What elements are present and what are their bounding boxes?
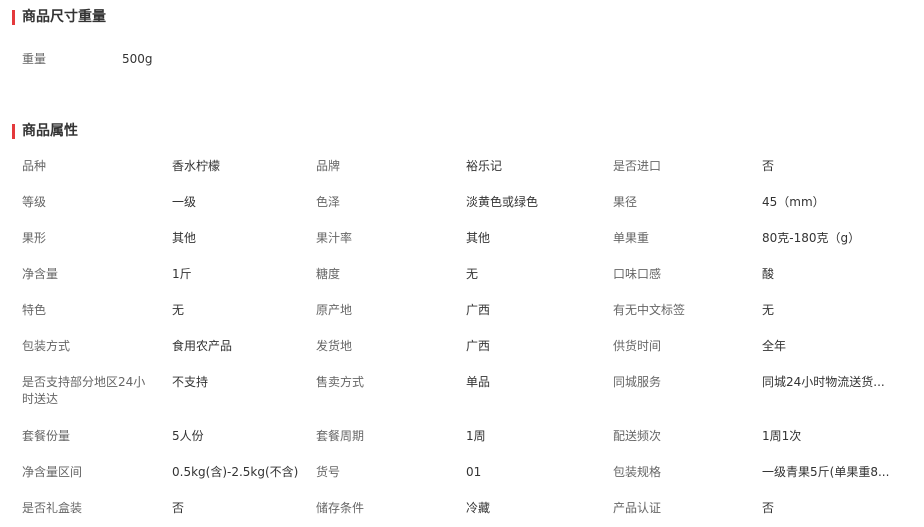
attribute-value: 否 (762, 159, 775, 173)
attribute-label: 同城服务 (613, 375, 662, 389)
attribute-label: 品种 (22, 159, 47, 173)
attribute-row: 是否礼盒装 否 储存条件 冷藏 产品认证 否 (0, 490, 924, 526)
attribute-row: 套餐份量 5人份 套餐周期 1周 配送频次 1周1次 (0, 418, 924, 454)
attribute-label: 特色 (22, 303, 47, 317)
attribute-label: 果径 (613, 195, 638, 209)
attribute-label: 配送频次 (613, 429, 662, 443)
attribute-value: 01 (466, 465, 482, 479)
attribute-label: 品牌 (316, 159, 341, 173)
section-title-size-weight: 商品尺寸重量 (22, 9, 106, 25)
attribute-label: 净含量 (22, 267, 59, 281)
attribute-value: 无 (466, 267, 479, 281)
attribute-value: 广西 (466, 303, 491, 317)
attribute-value: 无 (762, 303, 775, 317)
weight-label: 重量 (22, 52, 47, 66)
weight-value: 500g (122, 52, 153, 66)
attribute-value: 否 (762, 501, 775, 515)
attribute-label: 净含量区间 (22, 465, 83, 479)
attribute-value: 不支持 (172, 375, 209, 389)
attribute-value: 单品 (466, 375, 491, 389)
attribute-label: 果形 (22, 231, 47, 245)
attribute-value: 全年 (762, 339, 787, 353)
attribute-label: 包装规格 (613, 465, 662, 479)
attribute-label: 等级 (22, 195, 47, 209)
attribute-row: 是否支持部分地区24小时送达 不支持 售卖方式 单品 同城服务 同城24小时物流送货... (0, 364, 924, 418)
attribute-value: 否 (172, 501, 185, 515)
attribute-row: 净含量 1斤 糖度 无 口味口感 酸 (0, 256, 924, 292)
attribute-value: 1周1次 (762, 429, 802, 443)
attribute-label: 货号 (316, 465, 341, 479)
attribute-value: 0.5kg(含)-2.5kg(不含) (172, 465, 299, 479)
attribute-value: 裕乐记 (466, 159, 503, 173)
attribute-value: 1周 (466, 429, 486, 443)
attribute-value: 45（mm） (762, 195, 825, 209)
attribute-row: 果形 其他 果汁率 其他 单果重 80克-180克（g） (0, 220, 924, 256)
attribute-label: 套餐周期 (316, 429, 365, 443)
attribute-label: 发货地 (316, 339, 353, 353)
attribute-value: 其他 (172, 231, 197, 245)
attribute-value: 1斤 (172, 267, 192, 281)
attribute-value: 冷藏 (466, 501, 491, 515)
attribute-table: 品种 香水柠檬 品牌 裕乐记 是否进口否等级 一级 色泽 淡黄色或绿色 果径 45（mm） 果形 其他… (0, 148, 924, 526)
attribute-row: 等级 一级 色泽 淡黄色或绿色 果径 45（mm） (0, 184, 924, 220)
attribute-value: 广西 (466, 339, 491, 353)
attribute-label: 套餐份量 (22, 429, 71, 443)
section-accent-bar (12, 9, 15, 25)
attribute-label: 售卖方式 (316, 375, 365, 389)
attribute-label: 供货时间 (613, 339, 662, 353)
attribute-label: 是否礼盒装 (22, 501, 83, 515)
attribute-row: 包装方式 食用农产品 发货地 广西 供货时间 全年 (0, 328, 924, 364)
attribute-value: 80克-180克（g） (762, 231, 861, 245)
attribute-label: 色泽 (316, 195, 341, 209)
section-header-size-weight: 商品尺寸重量 (12, 8, 106, 26)
attribute-value: 同城24小时物流送货... (762, 375, 885, 389)
attribute-label: 是否支持部分地区24小时送达 (22, 375, 146, 406)
attribute-value: 酸 (762, 267, 775, 281)
attribute-row: 特色 无 原产地 广西 有无中文标签 无 (0, 292, 924, 328)
attribute-label: 是否进口 (613, 159, 662, 173)
attribute-label: 糖度 (316, 267, 341, 281)
attribute-value: 无 (172, 303, 185, 317)
attribute-label: 单果重 (613, 231, 650, 245)
attribute-value: 香水柠檬 (172, 159, 221, 173)
section-header-attributes: 商品属性 (12, 122, 78, 140)
attribute-value: 淡黄色或绿色 (466, 195, 539, 209)
attribute-label: 原产地 (316, 303, 353, 317)
attribute-value: 5人份 (172, 429, 204, 443)
attribute-label: 包装方式 (22, 339, 71, 353)
attribute-row: 净含量区间 0.5kg(含)-2.5kg(不含) 货号 01 包装规格 一级青果5斤(单果… (0, 454, 924, 490)
attribute-label: 果汁率 (316, 231, 353, 245)
attribute-row: 品种 香水柠檬 品牌 裕乐记 是否进口 否 (0, 148, 924, 184)
attribute-label: 口味口感 (613, 267, 662, 281)
section-title-attributes: 商品属性 (22, 123, 78, 139)
attribute-value: 一级 (172, 195, 197, 209)
attribute-value: 一级青果5斤(单果重8... (762, 465, 890, 479)
attribute-label: 产品认证 (613, 501, 662, 515)
attribute-label: 储存条件 (316, 501, 365, 515)
attribute-label: 有无中文标签 (613, 303, 686, 317)
section-accent-bar (12, 123, 15, 139)
attribute-value: 其他 (466, 231, 491, 245)
attribute-value: 食用农产品 (172, 339, 233, 353)
